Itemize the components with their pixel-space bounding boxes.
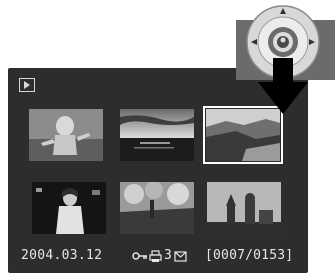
print-icon (149, 249, 162, 262)
thumbnail-2[interactable] (120, 109, 194, 161)
print-count: 3 (164, 248, 172, 263)
tree-flowers-image (120, 182, 194, 234)
capture-date: 2004.03.12 (21, 248, 103, 263)
thumbnail-6[interactable] (207, 182, 281, 234)
thumbnail-1[interactable] (29, 109, 103, 161)
sunset-sea-image (120, 109, 194, 161)
thumbnail-4[interactable] (32, 182, 106, 234)
play-mode-icon (19, 78, 35, 92)
church-towers-image (207, 182, 281, 234)
email-icon (174, 250, 187, 262)
status-bar: 2004.03.12 3 [0007/0153] (8, 246, 308, 266)
child-running-image (29, 109, 103, 161)
lock-icon (132, 252, 147, 260)
frame-counter: [0007/0153] (205, 248, 294, 263)
four-way-controller-icon[interactable] (236, 0, 335, 124)
thumbnail-5[interactable] (120, 182, 194, 234)
status-icons: 3 (132, 246, 187, 266)
woman-night-image (32, 182, 106, 234)
